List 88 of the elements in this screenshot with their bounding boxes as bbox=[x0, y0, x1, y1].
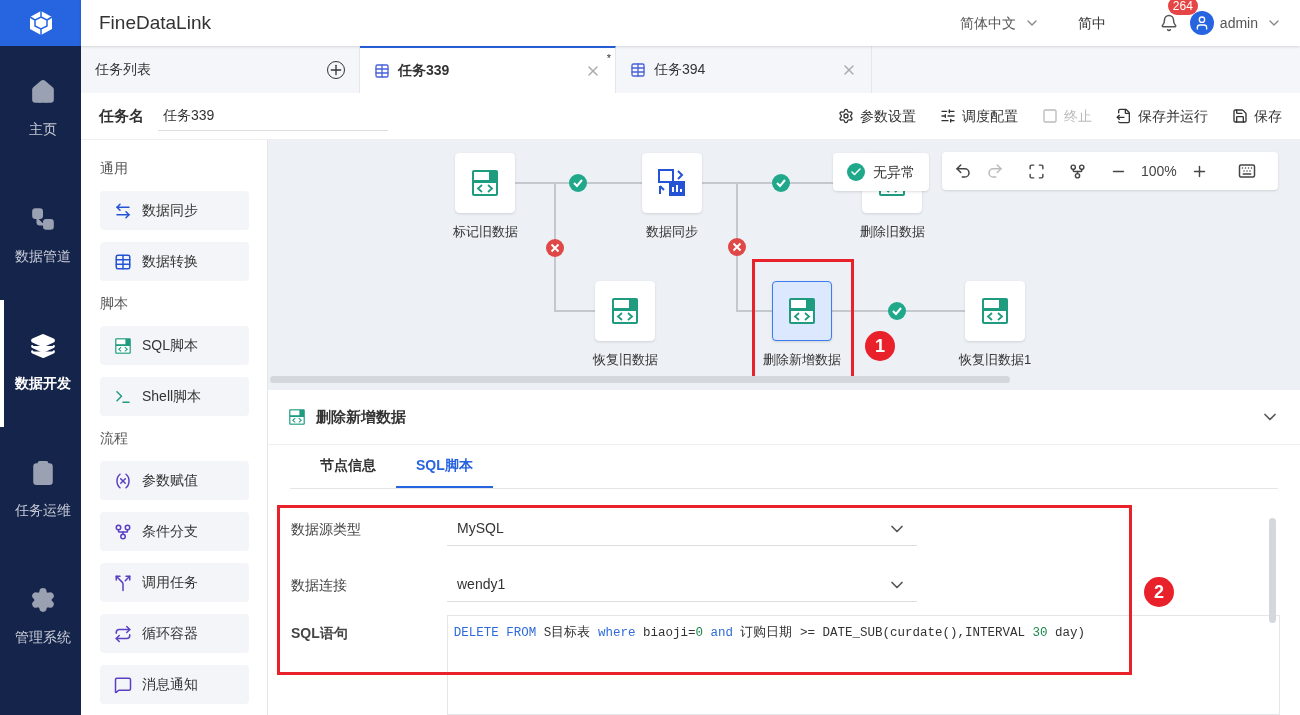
task-name-label: 任务名 bbox=[99, 105, 144, 126]
user-menu[interactable]: admin bbox=[1219, 12, 1282, 34]
status-toast: 无异常 bbox=[833, 153, 929, 191]
toolbar-action[interactable]: 保存 bbox=[1232, 105, 1282, 127]
avatar-icon[interactable] bbox=[1189, 11, 1214, 35]
node-label: 恢复旧数据 bbox=[592, 351, 658, 369]
field-label: SQL语句 bbox=[291, 624, 349, 643]
app-title: FineDataLink bbox=[99, 10, 211, 35]
success-icon bbox=[888, 302, 906, 320]
palette-icon bbox=[114, 624, 132, 643]
node-label: 删除旧数据 bbox=[859, 223, 925, 241]
sync-chart-icon bbox=[656, 167, 688, 199]
sql-editor[interactable]: DELETE FROM S目标表 where biaoji=0 and 订购日期 >= DATE_SUB(curdate(),INTERVAL 30 day) bbox=[446, 615, 1280, 715]
toolbar-action[interactable]: 参数设置 bbox=[838, 105, 916, 127]
nav-item[interactable]: 管理系统 bbox=[0, 554, 81, 681]
language-dropdown[interactable]: 简体中文 bbox=[959, 12, 1040, 34]
palette-item[interactable]: 调用任务 bbox=[100, 563, 249, 602]
keyboard-icon[interactable] bbox=[1237, 162, 1256, 180]
palette-icon bbox=[114, 522, 132, 541]
palette-item[interactable]: 条件分支 bbox=[100, 512, 249, 551]
select-field[interactable]: MySQL bbox=[447, 512, 917, 546]
nav-item[interactable]: 任务运维 bbox=[0, 427, 81, 554]
palette-icon bbox=[114, 201, 132, 220]
notification-count: 264 bbox=[1167, 0, 1198, 15]
action-icon bbox=[1116, 108, 1132, 124]
modified-mark: * bbox=[606, 51, 611, 66]
node-label: 标记旧数据 bbox=[452, 223, 518, 241]
sql-file-icon bbox=[787, 296, 817, 326]
palette-item[interactable]: 数据转换 bbox=[100, 242, 249, 281]
step-marker: 2 bbox=[1144, 577, 1174, 607]
select-field[interactable]: wendy1 bbox=[447, 568, 917, 602]
palette-group-title: 通用 bbox=[100, 159, 129, 178]
nav-icon bbox=[29, 333, 56, 359]
step-marker: 1 bbox=[865, 331, 895, 361]
sql-file-icon bbox=[114, 336, 132, 355]
nav-icon bbox=[29, 587, 56, 613]
palette-item[interactable]: 参数赋值 bbox=[100, 461, 249, 500]
fit-view-icon[interactable] bbox=[1028, 162, 1045, 180]
logo-icon[interactable] bbox=[0, 0, 81, 46]
sql-file-icon bbox=[288, 407, 306, 426]
nav-item[interactable]: 主页 bbox=[0, 46, 81, 173]
nav-icon bbox=[29, 206, 56, 232]
layout-icon[interactable] bbox=[1069, 162, 1086, 180]
palette-item[interactable]: 数据同步 bbox=[100, 191, 249, 230]
palette-group-title: 流程 bbox=[100, 429, 129, 448]
toolbar-action[interactable]: 调度配置 bbox=[940, 105, 1018, 127]
editor-tab[interactable]: 任务339 * bbox=[360, 46, 616, 93]
nav-icon bbox=[29, 79, 56, 105]
palette-icon bbox=[114, 471, 132, 490]
detail-title: 删除新增数据 bbox=[316, 406, 407, 427]
task-tab-icon bbox=[374, 62, 390, 79]
action-icon bbox=[940, 108, 956, 124]
undo-icon[interactable] bbox=[954, 162, 972, 180]
palette-item[interactable]: 循环容器 bbox=[100, 614, 249, 653]
action-icon bbox=[1232, 108, 1248, 124]
sql-file-icon bbox=[470, 168, 500, 198]
failure-icon bbox=[728, 238, 746, 256]
failure-icon bbox=[546, 239, 564, 257]
detail-tab[interactable]: 节点信息 bbox=[300, 444, 396, 488]
node-label: 数据同步 bbox=[646, 223, 698, 241]
toolbar-action[interactable]: 保存并运行 bbox=[1116, 105, 1208, 127]
task-tab-icon bbox=[630, 61, 646, 78]
editor-tab[interactable]: 任务394 bbox=[616, 46, 872, 93]
success-icon bbox=[772, 174, 790, 192]
bell-icon[interactable] bbox=[1159, 14, 1178, 32]
action-icon bbox=[1042, 108, 1058, 124]
task-name-field[interactable]: 任务339 bbox=[158, 101, 388, 131]
palette-item[interactable]: SQL脚本 bbox=[100, 326, 249, 365]
palette-item[interactable]: 消息通知 bbox=[100, 665, 249, 704]
field-label: 数据源类型 bbox=[291, 519, 362, 539]
detail-tab[interactable]: SQL脚本 bbox=[396, 444, 493, 488]
zoom-level: 100% bbox=[1141, 161, 1177, 181]
sql-file-icon bbox=[980, 296, 1010, 326]
success-icon bbox=[569, 174, 587, 192]
field-label: 数据连接 bbox=[291, 575, 348, 595]
nav-item[interactable]: 数据开发 bbox=[0, 300, 81, 427]
palette-icon bbox=[114, 675, 132, 694]
action-icon bbox=[838, 108, 854, 124]
palette-icon bbox=[114, 573, 132, 592]
task-node[interactable] bbox=[772, 281, 832, 341]
node-label: 恢复旧数据1 bbox=[958, 351, 1032, 369]
node-label: 删除新增数据 bbox=[763, 351, 841, 369]
palette-item[interactable]: Shell脚本 bbox=[100, 377, 249, 416]
palette-icon bbox=[114, 252, 132, 271]
palette-group-title: 脚本 bbox=[100, 294, 129, 313]
nav-item[interactable]: 数据管道 bbox=[0, 173, 81, 300]
sql-file-icon bbox=[610, 296, 640, 326]
locale-toggle[interactable]: 简中 bbox=[1077, 12, 1106, 34]
